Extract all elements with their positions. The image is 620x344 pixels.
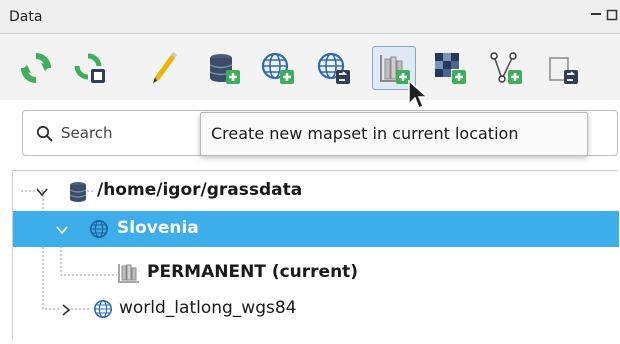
- panel-titlebar: Data: [0, 0, 620, 34]
- tree-node-database[interactable]: /home/igor/grassdata: [13, 173, 619, 209]
- data-toolbar: [0, 34, 620, 100]
- tree-node-location-slovenia[interactable]: Slovenia: [13, 211, 619, 247]
- add-database-button[interactable]: [202, 46, 246, 90]
- panel-title: Data: [9, 9, 43, 25]
- reload-mapset-button[interactable]: [68, 46, 112, 90]
- reload-mapset-icon: [73, 51, 107, 85]
- mapset-icon: [117, 262, 141, 288]
- data-tree: /home/igor/grassdata Slovenia PERMANENT …: [12, 170, 619, 340]
- location-label: Slovenia: [117, 218, 199, 238]
- link-import-icon: [545, 51, 579, 85]
- location-label: world_latlong_wgs84: [119, 298, 297, 318]
- edit-button[interactable]: [144, 46, 188, 90]
- location-add-icon: [261, 51, 295, 85]
- search-icon: [36, 125, 54, 147]
- minimize-icon[interactable]: [590, 6, 602, 18]
- reload-tree-button[interactable]: [14, 46, 58, 90]
- toolbar-tooltip: Create new mapset in current location: [200, 112, 588, 156]
- chevron-down-icon[interactable]: [55, 222, 69, 236]
- location-import-icon: [317, 51, 351, 85]
- chevron-down-icon[interactable]: [35, 184, 49, 198]
- globe-icon: [93, 299, 113, 323]
- vector-add-icon: [489, 51, 523, 85]
- raster-add-icon: [433, 51, 467, 85]
- database-icon: [67, 181, 89, 207]
- tree-node-mapset-permanent[interactable]: PERMANENT (current): [13, 255, 619, 291]
- mapset-label: PERMANENT (current): [147, 262, 359, 282]
- chevron-right-icon[interactable]: [59, 302, 73, 316]
- database-label: /home/igor/grassdata: [97, 180, 303, 200]
- search-input[interactable]: [61, 119, 211, 147]
- globe-icon: [89, 219, 109, 243]
- tree-node-location-world[interactable]: world_latlong_wgs84: [13, 291, 619, 327]
- maximize-icon[interactable]: [606, 6, 618, 21]
- mouse-pointer-icon: [408, 79, 429, 114]
- link-external-button[interactable]: [540, 46, 584, 90]
- pencil-icon: [149, 51, 183, 85]
- create-location-button[interactable]: [256, 46, 300, 90]
- import-vector-button[interactable]: [484, 46, 528, 90]
- import-location-button[interactable]: [312, 46, 356, 90]
- database-add-icon: [207, 51, 241, 85]
- reload-icon: [19, 51, 53, 85]
- import-raster-button[interactable]: [428, 46, 472, 90]
- mapset-add-icon: [377, 51, 411, 85]
